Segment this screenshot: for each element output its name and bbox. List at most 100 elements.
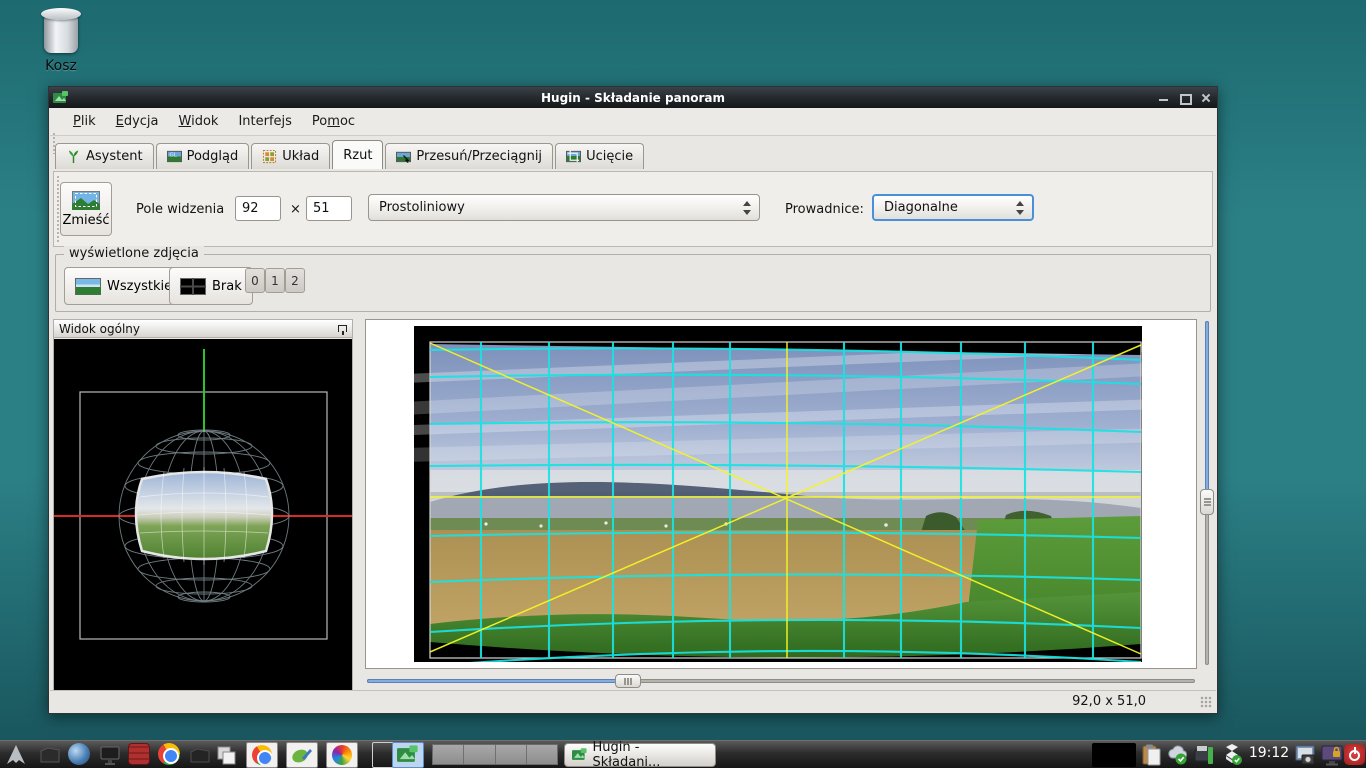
- fov-width-input[interactable]: [235, 196, 281, 221]
- overview-canvas[interactable]: [54, 339, 352, 690]
- show-all-button[interactable]: Wszystkie: [64, 267, 183, 305]
- display-settings-icon[interactable]: [98, 743, 122, 767]
- maximize-button[interactable]: [1179, 92, 1190, 103]
- taskbar-window-button[interactable]: Hugin - Składani...: [564, 743, 716, 767]
- image-toggle-2[interactable]: 2: [285, 268, 305, 293]
- screenshot-tray-icon[interactable]: [1294, 743, 1318, 767]
- svg-text:GL: GL: [169, 153, 177, 159]
- chrome-icon[interactable]: [158, 743, 182, 767]
- spinner-arrows-icon: [742, 201, 752, 215]
- trash-label: Kosz: [26, 58, 96, 74]
- overview-title: Widok ogólny: [59, 322, 140, 336]
- taskbar-window-label: Hugin - Składani...: [593, 740, 708, 770]
- vertical-offset-slider[interactable]: [1199, 319, 1215, 669]
- menu-widok[interactable]: Widok: [170, 111, 228, 132]
- tab-uklad[interactable]: Układ: [251, 143, 330, 169]
- vslider-fill: [1205, 321, 1209, 497]
- horizontal-offset-slider[interactable]: [365, 673, 1197, 689]
- layout-grid-icon: [262, 149, 277, 164]
- projection-select[interactable]: Prostoliniowy: [368, 194, 760, 221]
- guides-value: Diagonalne: [884, 200, 958, 215]
- file-manager-icon[interactable]: [38, 743, 62, 767]
- multiply-sign: ×: [290, 202, 301, 217]
- show-none-button[interactable]: Brak: [169, 267, 253, 305]
- spinner-arrows-icon: [1015, 201, 1025, 215]
- all-images-icon: [75, 278, 101, 295]
- cloud-sync-tray-icon[interactable]: [1166, 743, 1190, 767]
- tab-przesun[interactable]: Przesuń/Przeciągnij: [385, 143, 553, 169]
- dark-folder-icon[interactable]: [188, 743, 212, 767]
- statusbar: 92,0 x 51,0: [50, 690, 1216, 712]
- fit-icon: [72, 191, 100, 210]
- resize-grip[interactable]: [1200, 696, 1212, 708]
- tab-uciecie[interactable]: Ucięcie: [555, 143, 644, 169]
- overview-header[interactable]: Widok ogólny: [54, 320, 352, 338]
- tab-podglad[interactable]: GL Podgląd: [156, 143, 250, 169]
- fit-label: Zmieść: [62, 213, 109, 228]
- tab-label: Ucięcie: [586, 149, 633, 164]
- minimize-button[interactable]: [1158, 92, 1169, 103]
- group-legend: wyświetlone zdjęcia: [64, 246, 204, 261]
- menu-plik[interactable]: Plik: [64, 111, 105, 132]
- close-button[interactable]: [1200, 92, 1211, 103]
- assistant-icon: [66, 149, 81, 164]
- move-drag-icon: [396, 149, 411, 164]
- taskbar: Hugin - Składani... 19:12: [0, 740, 1366, 768]
- overview-panel: Widok ogólny: [53, 319, 353, 691]
- menu-pomoc[interactable]: Pomoc: [303, 111, 364, 132]
- photo-app-launcher[interactable]: [326, 742, 358, 768]
- crop-icon: [566, 149, 581, 164]
- tab-label: Przesuń/Przeciągnij: [416, 149, 542, 164]
- hugin-task-icon: [572, 748, 588, 762]
- windows-switcher-icon[interactable]: [214, 743, 238, 767]
- image-toggle-0[interactable]: 0: [245, 268, 265, 293]
- tab-rzut[interactable]: Rzut: [332, 140, 383, 169]
- text-editor-launcher[interactable]: [286, 742, 318, 768]
- app-menu-icon[interactable]: [4, 743, 28, 767]
- projection-value: Prostoliniowy: [379, 200, 465, 215]
- fit-button[interactable]: Zmieść: [60, 182, 112, 236]
- hugin-window: Hugin - Składanie panoram Plik Edycja Wi…: [48, 86, 1218, 714]
- tabbar: Asystent GL Podgląd Układ Rzut: [50, 139, 1216, 169]
- trash-desktop-icon[interactable]: Kosz: [26, 8, 96, 74]
- no-images-icon: [180, 278, 206, 295]
- clock[interactable]: 19:12: [1246, 745, 1292, 761]
- titlebar[interactable]: Hugin - Składanie panoram: [49, 87, 1217, 108]
- network-globe-icon[interactable]: [68, 743, 92, 767]
- overview-sphere-graphic: [54, 339, 352, 691]
- tray-preview-box: [1092, 743, 1136, 767]
- all-images-label: Wszystkie: [107, 279, 172, 294]
- power-icon[interactable]: [1344, 744, 1366, 768]
- clipboard-tray-icon[interactable]: [1140, 743, 1164, 767]
- menu-edycja[interactable]: Edycja: [107, 111, 168, 132]
- displayed-images-group: wyświetlone zdjęcia Wszystkie Brak 0 1 2: [55, 254, 1211, 312]
- guides-label: Prowadnice:: [785, 202, 864, 217]
- fov-height-input[interactable]: [306, 196, 352, 221]
- package-manager-icon[interactable]: [128, 743, 152, 767]
- panorama-graphic: [366, 320, 1196, 668]
- hslider-handle[interactable]: [615, 674, 641, 688]
- guides-select[interactable]: Diagonalne: [872, 194, 1034, 221]
- chrome-launcher[interactable]: [246, 742, 278, 768]
- hugin-launcher[interactable]: [392, 742, 424, 768]
- workspace-pager[interactable]: [432, 744, 558, 765]
- pin-icon[interactable]: [338, 325, 347, 332]
- trash-icon: [41, 8, 81, 54]
- tab-label: Asystent: [86, 149, 143, 164]
- tab-label: Podgląd: [187, 149, 239, 164]
- image-toggle-1[interactable]: 1: [265, 268, 285, 293]
- menu-interfejs[interactable]: Interfejs: [229, 111, 300, 132]
- tab-label: Układ: [282, 149, 319, 164]
- panorama-preview-canvas[interactable]: [365, 319, 1197, 669]
- tab-asystent[interactable]: Asystent: [55, 143, 154, 169]
- fov-label: Pole widzenia: [136, 202, 224, 217]
- lock-screen-tray-icon[interactable]: [1320, 743, 1344, 767]
- menubar: Plik Edycja Widok Interfejs Pomoc: [50, 108, 1216, 136]
- vslider-handle[interactable]: [1200, 489, 1214, 515]
- desktop-background: Kosz Hugin - Składanie panoram Plik Edyc…: [0, 0, 1366, 768]
- sync-status-tray-icon[interactable]: [1220, 743, 1244, 767]
- hslider-fill: [367, 679, 621, 683]
- printer-tray-icon[interactable]: [1192, 743, 1216, 767]
- window-title: Hugin - Składanie panoram: [49, 91, 1217, 105]
- preview-gl-icon: GL: [167, 149, 182, 164]
